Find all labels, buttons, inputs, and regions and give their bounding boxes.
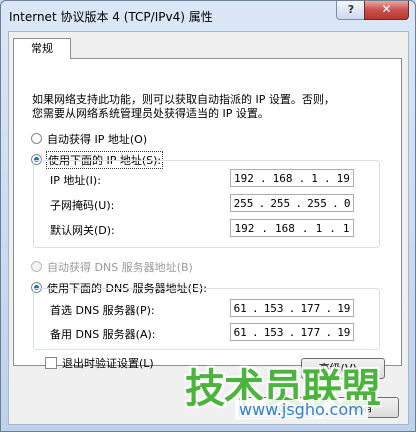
octet[interactable]: 61	[234, 326, 247, 339]
auto-ip-radio[interactable]	[31, 133, 42, 144]
octet[interactable]: 1	[311, 172, 318, 185]
advanced-button[interactable]: 高级(V)...	[301, 358, 385, 379]
ok-button[interactable]: 确定	[239, 397, 315, 418]
dialog-client-area: 常规 如果网络支持此功能，则可以获取自动指派的 IP 设置。否则， 您需要从网络…	[8, 31, 409, 425]
octet[interactable]: 192	[234, 172, 254, 185]
preferred-dns-label: 首选 DNS 服务器(P):	[50, 304, 155, 317]
validate-on-exit-label[interactable]: 退出时验证设置(L)	[62, 355, 154, 371]
default-gateway-input[interactable]: 192. 168. 1. 1	[230, 219, 354, 237]
octet[interactable]: 192	[235, 222, 255, 235]
alternate-dns-label: 备用 DNS 服务器(A):	[50, 328, 156, 341]
octet[interactable]: 61	[234, 302, 247, 315]
auto-dns-label[interactable]: 自动获得 DNS 服务器地址(B)	[47, 259, 193, 275]
default-gateway-label: 默认网关(D):	[50, 224, 115, 237]
validate-on-exit-checkbox[interactable]	[45, 357, 57, 369]
help-button[interactable]: ?	[336, 1, 366, 20]
auto-dns-radio[interactable]	[31, 261, 42, 272]
octet[interactable]: 19	[337, 302, 350, 315]
tab-panel-general: 如果网络支持此功能，则可以获取自动指派的 IP 设置。否则， 您需要从网络系统管…	[13, 58, 402, 366]
octet[interactable]: 177	[300, 302, 320, 315]
octet[interactable]: 1	[343, 222, 350, 235]
octet[interactable]: 177	[300, 326, 320, 339]
ip-address-label: IP 地址(I):	[50, 174, 101, 187]
octet[interactable]: 168	[275, 222, 295, 235]
title-bar[interactable]: Internet 协议版本 4 (TCP/IPv4) 属性 ? ✕	[1, 1, 415, 29]
octet[interactable]: 255	[307, 197, 327, 210]
octet[interactable]: 168	[273, 172, 293, 185]
window-title: Internet 协议版本 4 (TCP/IPv4) 属性	[9, 10, 213, 24]
octet[interactable]: 153	[264, 326, 284, 339]
subnet-mask-label: 子网掩码(U):	[50, 199, 115, 212]
octet[interactable]: 19	[337, 172, 350, 185]
description-line-2: 您需要从网络系统管理员处获得适当的 IP 设置。	[32, 107, 269, 120]
description-line-1: 如果网络支持此功能，则可以获取自动指派的 IP 设置。否则，	[32, 93, 335, 106]
octet[interactable]: 19	[337, 326, 350, 339]
dialog-window: Internet 协议版本 4 (TCP/IPv4) 属性 ? ✕ 常规 如果网…	[0, 0, 416, 432]
subnet-mask-input[interactable]: 255. 255. 255. 0	[230, 194, 354, 212]
description-text: 如果网络支持此功能，则可以获取自动指派的 IP 设置。否则， 您需要从网络系统管…	[32, 93, 392, 121]
octet[interactable]: 255	[270, 197, 290, 210]
octet[interactable]: 0	[344, 197, 351, 210]
octet[interactable]: 255	[234, 197, 254, 210]
close-button[interactable]: ✕	[364, 1, 409, 20]
tab-general[interactable]: 常规	[13, 38, 71, 59]
auto-ip-label[interactable]: 自动获得 IP 地址(O)	[47, 131, 147, 147]
cancel-button[interactable]: 取消	[323, 397, 399, 418]
ip-address-input[interactable]: 192. 168. 1. 19	[230, 169, 354, 187]
octet[interactable]: 1	[316, 222, 323, 235]
preferred-dns-input[interactable]: 61. 153. 177. 19	[230, 299, 354, 317]
alternate-dns-input[interactable]: 61. 153. 177. 19	[230, 323, 354, 341]
octet[interactable]: 153	[264, 302, 284, 315]
